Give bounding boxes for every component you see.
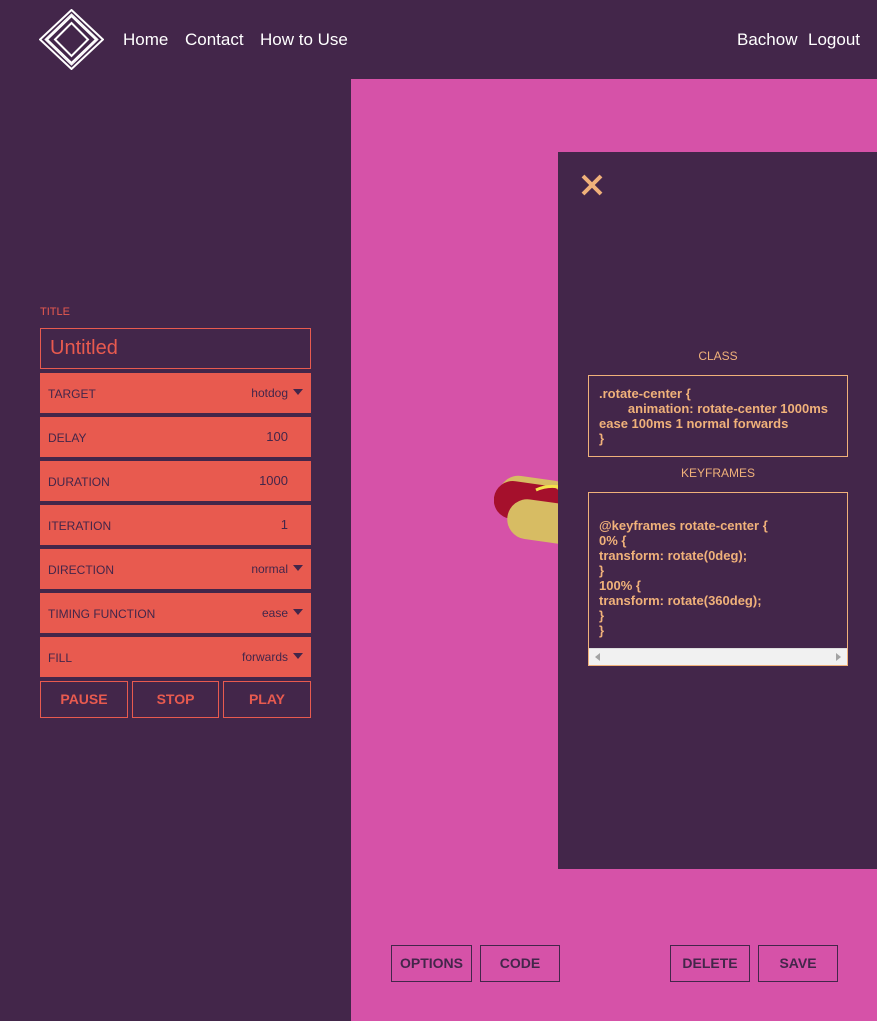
chevron-down-icon [293,653,303,659]
field-value: 1000 [259,473,288,488]
nav-user-link[interactable]: Bachow [737,30,797,50]
field-value: forwards [241,650,288,664]
stop-button[interactable]: STOP [132,681,219,718]
field-label: DURATION [48,475,110,489]
top-nav: Home Contact How to Use Bachow Logout [0,0,877,79]
field-label: ITERATION [48,519,112,533]
nav-logout-link[interactable]: Logout [808,30,860,50]
class-code-box[interactable]: .rotate-center { animation: rotate-cente… [588,375,848,457]
nav-link-contact[interactable]: Contact [185,30,244,50]
duration-input[interactable]: DURATION 1000 [40,461,311,501]
fill-select[interactable]: FILL forwards [40,637,311,677]
chevron-down-icon [293,389,303,395]
save-button[interactable]: SAVE [758,945,838,982]
nav-link-how-to-use[interactable]: How to Use [260,30,348,50]
target-select[interactable]: TARGET hotdog [40,373,311,413]
title-label: TITLE [40,306,70,318]
code-button[interactable]: CODE [480,945,560,982]
field-value: 100 [266,429,288,444]
timing-function-select[interactable]: TIMING FUNCTION ease [40,593,311,633]
field-label: DIRECTION [48,563,114,577]
field-label: FILL [48,651,73,665]
iteration-input[interactable]: ITERATION 1 [40,505,311,545]
logo-icon[interactable] [39,9,104,70]
chevron-down-icon [293,565,303,571]
field-label: TIMING FUNCTION [48,607,156,621]
keyframes-label: KEYFRAMES [680,466,755,480]
close-icon[interactable] [580,173,604,197]
horizontal-scrollbar[interactable] [589,648,847,665]
scroll-left-icon[interactable] [595,653,600,661]
field-label: TARGET [48,387,96,401]
direction-select[interactable]: DIRECTION normal [40,549,311,589]
pause-button[interactable]: PAUSE [40,681,128,718]
scroll-right-icon[interactable] [836,653,841,661]
options-button[interactable]: OPTIONS [391,945,472,982]
nav-link-home[interactable]: Home [123,30,168,50]
field-value: hotdog [251,386,288,400]
delete-button[interactable]: DELETE [670,945,750,982]
play-button[interactable]: PLAY [223,681,311,718]
keyframes-code-box[interactable]: @keyframes rotate-center { 0% { transfor… [588,492,848,666]
delay-input[interactable]: DELAY 100 [40,417,311,457]
field-label: DELAY [48,431,87,445]
field-value: 1 [280,517,288,532]
field-value: ease [261,606,288,620]
field-value: normal [251,562,288,576]
title-input[interactable] [40,328,311,369]
class-label: CLASS [698,349,738,363]
chevron-down-icon [293,609,303,615]
